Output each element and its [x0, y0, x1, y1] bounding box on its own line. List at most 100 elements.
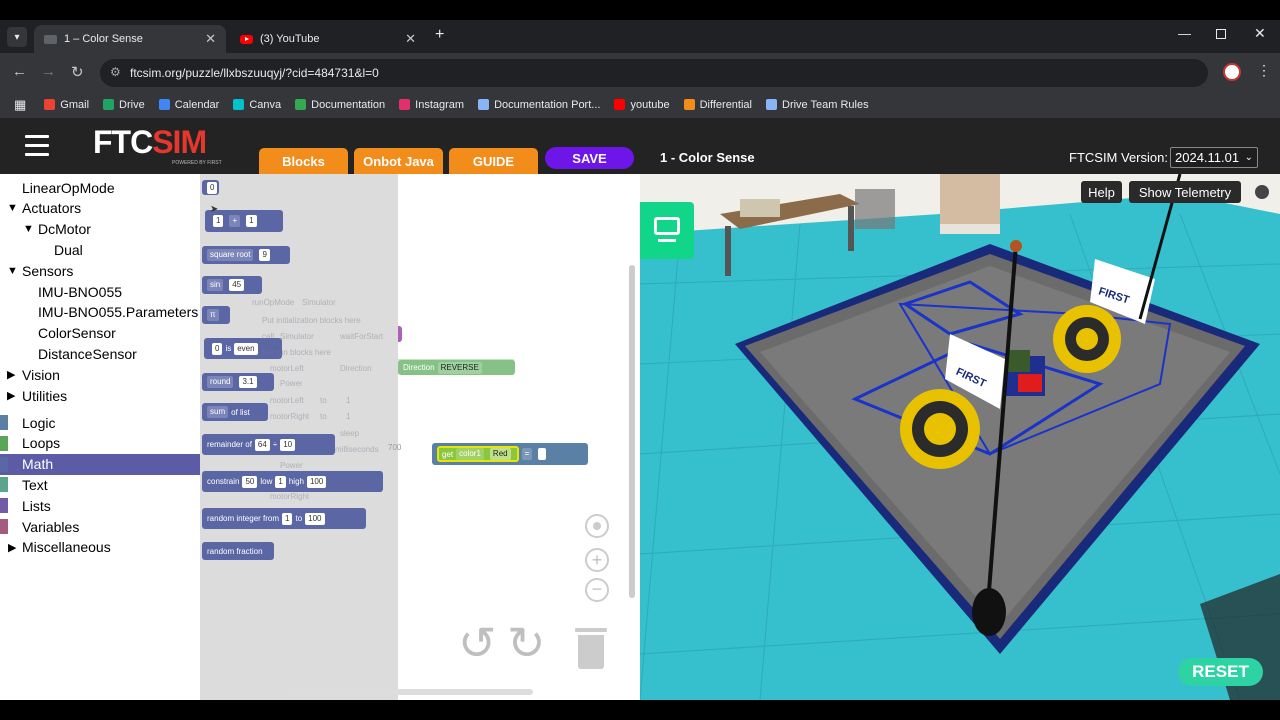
- category-loops[interactable]: Loops: [0, 433, 200, 454]
- category-lists[interactable]: Lists: [0, 495, 200, 516]
- site-info-icon[interactable]: ⚙: [110, 65, 121, 79]
- random-fraction-block[interactable]: random fraction: [202, 542, 274, 560]
- forward-icon[interactable]: →: [41, 63, 56, 80]
- blocks-toolbox: LinearOpMode ▼ Actuators ▼ DcMotor Dual ▼ Senso…: [0, 174, 200, 700]
- expand-arrow-icon[interactable]: ▼: [7, 202, 18, 214]
- vertical-scrollbar[interactable]: [629, 265, 635, 598]
- empty-input-slot[interactable]: [538, 448, 547, 460]
- minimize-button[interactable]: —: [1178, 26, 1191, 41]
- chevron-down-icon: ⌄: [1244, 152, 1253, 163]
- save-button[interactable]: SAVE: [545, 147, 634, 169]
- expand-arrow-icon[interactable]: ▶: [7, 389, 15, 402]
- help-button[interactable]: Help: [1081, 181, 1122, 203]
- code-view-toggle-button[interactable]: [640, 202, 694, 259]
- toolbox-item-vision[interactable]: ▶ Vision: [0, 364, 200, 385]
- trig-block[interactable]: sin 45: [202, 276, 262, 294]
- bookmark-youtube[interactable]: youtube: [614, 99, 670, 111]
- bookmark-canva[interactable]: Canva: [233, 99, 281, 111]
- window-top-strip: [0, 0, 1280, 20]
- toolbox-item-linearopmode[interactable]: LinearOpMode: [0, 177, 200, 198]
- expand-arrow-icon[interactable]: ▶: [8, 541, 16, 554]
- toolbox-item-imu-bno055[interactable]: IMU-BNO055: [0, 281, 200, 302]
- monitor-code-icon: [654, 217, 680, 235]
- expand-arrow-icon[interactable]: ▼: [23, 223, 34, 235]
- trash-icon[interactable]: [575, 628, 607, 670]
- redo-icon[interactable]: ↻: [507, 620, 546, 666]
- category-color-swatch: [0, 498, 8, 514]
- number-property-block[interactable]: 0 is even: [204, 338, 282, 359]
- ghost-700-value: 700: [388, 443, 402, 452]
- cursor-pointer-icon: ➤: [210, 204, 219, 215]
- sum-list-block[interactable]: sum of list: [202, 403, 268, 421]
- toolbox-item-dual[interactable]: Dual: [0, 239, 200, 260]
- expand-arrow-icon[interactable]: ▼: [7, 265, 18, 277]
- show-telemetry-button[interactable]: Show Telemetry: [1129, 181, 1241, 203]
- category-color-swatch: [0, 456, 8, 472]
- toolbox-item-actuators[interactable]: ▼ Actuators: [0, 198, 200, 219]
- new-tab-button[interactable]: +: [435, 26, 444, 44]
- profile-avatar[interactable]: [1223, 63, 1241, 81]
- category-text[interactable]: Text: [0, 474, 200, 495]
- url-field[interactable]: ⚙ ftcsim.org/puzzle/llxbszuuqyj/?cid=484…: [100, 59, 1208, 87]
- category-variables[interactable]: Variables: [0, 516, 200, 537]
- round-block[interactable]: round 3.1: [202, 373, 274, 391]
- bookmark-documentation-port[interactable]: Documentation Port...: [478, 99, 600, 111]
- random-integer-block[interactable]: random integer from 1 to 100: [202, 508, 366, 529]
- category-color-swatch: [0, 415, 8, 430]
- menu-kebab-icon[interactable]: ⋮: [1257, 62, 1271, 79]
- expand-arrow-icon[interactable]: ▶: [7, 368, 15, 381]
- remainder-block[interactable]: remainder of 64 ÷ 10: [202, 434, 335, 455]
- bookmark-documentation[interactable]: Documentation: [295, 99, 385, 111]
- category-color-swatch: [0, 477, 8, 493]
- tab-onbot-java[interactable]: Onbot Java: [354, 148, 443, 174]
- tab-blocks[interactable]: Blocks: [259, 148, 348, 174]
- undo-icon[interactable]: ↺: [458, 620, 497, 666]
- zoom-in-icon[interactable]: +: [585, 548, 609, 572]
- toolbox-item-dcmotor[interactable]: ▼ DcMotor: [0, 219, 200, 240]
- bookmark-gmail[interactable]: Gmail: [44, 99, 89, 111]
- category-logic[interactable]: Logic: [0, 412, 200, 433]
- settings-gear-icon[interactable]: [1252, 182, 1272, 202]
- apps-grid-icon[interactable]: ▦: [14, 97, 26, 113]
- version-label: FTCSIM Version:: [1069, 150, 1168, 165]
- restore-button[interactable]: [1216, 29, 1226, 39]
- close-window-button[interactable]: ✕: [1254, 25, 1266, 42]
- tab-color-sense[interactable]: 1 – Color Sense ✕: [34, 25, 226, 53]
- toolbox-item-sensors[interactable]: ▼ Sensors: [0, 260, 200, 281]
- category-miscellaneous[interactable]: ▶ Miscellaneous: [0, 537, 200, 558]
- direction-block[interactable]: Direction REVERSE: [398, 360, 515, 375]
- reset-button[interactable]: RESET: [1178, 658, 1263, 686]
- bookmark-favicon-icon: [683, 99, 695, 110]
- toolbox-item-colorsensor[interactable]: ColorSensor: [0, 323, 200, 344]
- recenter-icon[interactable]: [585, 514, 609, 538]
- hamburger-menu-icon[interactable]: [25, 135, 49, 157]
- horizontal-scrollbar[interactable]: [288, 689, 533, 695]
- toolbox-item-imu-bno055-parameters[interactable]: IMU-BNO055.Parameters: [0, 302, 200, 323]
- bookmark-differential[interactable]: Differential: [683, 99, 752, 111]
- bookmark-drive[interactable]: Drive: [103, 99, 145, 111]
- tab-guide[interactable]: GUIDE: [449, 148, 538, 174]
- category-math[interactable]: Math: [0, 453, 200, 475]
- simulation-viewport[interactable]: [640, 174, 1280, 700]
- bookmark-calendar[interactable]: Calendar: [158, 99, 219, 111]
- toolbox-item-utilities[interactable]: ▶ Utilities: [0, 385, 200, 406]
- bookmark-drive-team-rules[interactable]: Drive Team Rules: [766, 99, 869, 111]
- version-select[interactable]: 2024.11.01 ⌄: [1170, 147, 1258, 168]
- pi-constant-block[interactable]: π: [202, 306, 230, 324]
- toolbox-item-distancesensor[interactable]: DistanceSensor: [0, 343, 200, 364]
- zoom-out-icon[interactable]: −: [585, 578, 609, 602]
- square-root-block[interactable]: square root 9: [202, 246, 290, 264]
- close-tab-icon[interactable]: ✕: [405, 31, 416, 47]
- tab-youtube[interactable]: (3) YouTube ✕: [230, 25, 426, 53]
- compare-get-block[interactable]: get color1 Red =: [432, 443, 588, 465]
- category-color-swatch: [0, 435, 8, 451]
- get-variable-block[interactable]: get color1 Red: [437, 446, 519, 462]
- back-icon[interactable]: ←: [12, 63, 27, 80]
- reload-icon[interactable]: ↻: [71, 63, 84, 81]
- bookmark-instagram[interactable]: Instagram: [399, 99, 464, 111]
- category-color-swatch: [0, 519, 8, 534]
- number-block[interactable]: 0: [202, 180, 219, 195]
- constrain-block[interactable]: constrain 50 low 1 high 100: [202, 471, 383, 492]
- close-tab-icon[interactable]: ✕: [205, 31, 216, 47]
- tab-search-button[interactable]: ▾: [7, 27, 27, 47]
